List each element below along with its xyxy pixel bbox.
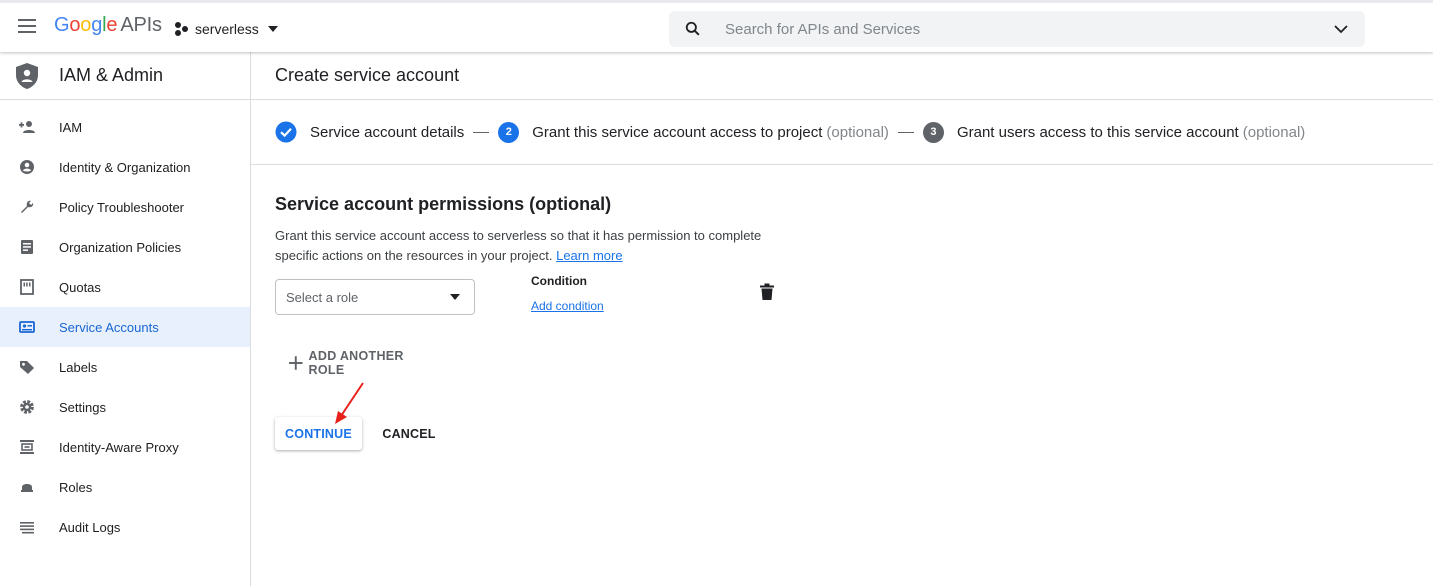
logo-text: Google xyxy=(54,14,118,36)
sidebar-item-settings[interactable]: Settings xyxy=(0,387,250,427)
add-condition-link[interactable]: Add condition xyxy=(531,299,604,313)
sidebar-item-label: Service Accounts xyxy=(59,319,159,335)
condition-block: Condition Add condition xyxy=(531,274,604,313)
gear-icon xyxy=(18,398,36,416)
step-3-optional: (optional) xyxy=(1242,123,1306,141)
plus-icon xyxy=(289,356,303,370)
sidebar-item-organization-policies[interactable]: Organization Policies xyxy=(0,227,250,267)
proxy-icon xyxy=(18,438,36,456)
sidebar-item-audit-logs[interactable]: Audit Logs xyxy=(0,507,250,547)
sidebar-item-label: Roles xyxy=(59,479,93,495)
sidebar-item-iam[interactable]: IAM xyxy=(0,107,250,147)
sidebar-item-roles[interactable]: Roles xyxy=(0,467,250,507)
step-2-label: Grant this service account access to pro… xyxy=(532,123,823,141)
project-name: serverless xyxy=(195,21,259,37)
search-input[interactable] xyxy=(725,20,1315,38)
role-select[interactable]: Select a role xyxy=(275,279,475,315)
description-text: Grant this service account access to ser… xyxy=(275,228,762,263)
sidebar-item-label: Identity-Aware Proxy xyxy=(59,439,179,455)
sidebar-item-label: Settings xyxy=(59,399,106,415)
sidebar-nav: IAM Identity & Organization Policy Troub… xyxy=(0,100,250,547)
step-1[interactable]: Service account details xyxy=(275,121,464,143)
account-circle-icon xyxy=(18,158,36,176)
project-dots-icon xyxy=(174,22,190,36)
top-bar: Google APIs serverless xyxy=(0,0,1433,52)
sidebar-item-label: Policy Troubleshooter xyxy=(59,199,185,215)
sidebar-item-label: Audit Logs xyxy=(59,519,121,535)
tag-icon xyxy=(18,358,36,376)
sidebar-item-label: Labels xyxy=(59,359,98,375)
role-row: Select a role Condition Add condition xyxy=(275,274,1433,315)
sidebar-item-service-accounts[interactable]: Service Accounts xyxy=(0,307,250,347)
step-3[interactable]: 3 Grant users access to this service acc… xyxy=(922,121,1306,143)
trash-icon[interactable] xyxy=(759,283,775,301)
annotation-arrow xyxy=(335,382,364,424)
sidebar-item-label: IAM xyxy=(59,119,83,135)
step-3-number: 3 xyxy=(922,121,944,143)
sidebar-item-label: Identity & Organization xyxy=(59,159,191,175)
role-select-placeholder: Select a role xyxy=(286,289,359,305)
logo-suffix: APIs xyxy=(120,14,162,36)
dropdown-caret-icon xyxy=(267,26,278,32)
chevron-down-icon[interactable] xyxy=(1333,21,1349,37)
step-2-number: 2 xyxy=(498,121,520,143)
sidebar-title: IAM & Admin xyxy=(59,65,164,85)
sidebar-item-quotas[interactable]: Quotas xyxy=(0,267,250,307)
stepper: Service account details 2 Grant this ser… xyxy=(251,100,1433,165)
quota-icon xyxy=(18,278,36,296)
project-selector[interactable]: serverless xyxy=(174,17,278,41)
main-content: Create service account Service account d… xyxy=(251,52,1433,586)
logo-letter: o xyxy=(80,14,92,36)
sidebar-item-identity-aware-proxy[interactable]: Identity-Aware Proxy xyxy=(0,427,250,467)
step-divider xyxy=(897,131,914,133)
logo-letter: o xyxy=(69,14,81,36)
sidebar-item-identity-organization[interactable]: Identity & Organization xyxy=(0,147,250,187)
section-title: Service account permissions (optional) xyxy=(275,194,612,214)
page-header: Create service account xyxy=(251,52,1433,100)
step-2[interactable]: 2 Grant this service account access to p… xyxy=(498,121,889,143)
sidebar: IAM & Admin IAM Identity & Organization … xyxy=(0,52,251,586)
google-apis-logo[interactable]: Google APIs xyxy=(54,14,162,37)
step-2-optional: (optional) xyxy=(826,123,889,141)
list-icon xyxy=(18,518,36,536)
cancel-button[interactable]: CANCEL xyxy=(373,417,445,450)
service-account-icon xyxy=(18,318,36,336)
page-title: Create service account xyxy=(275,65,460,85)
logo-letter: g xyxy=(91,14,103,36)
hamburger-menu-icon[interactable] xyxy=(14,15,40,39)
section-description: Grant this service account access to ser… xyxy=(275,226,795,266)
shield-icon xyxy=(16,62,38,89)
step-1-label: Service account details xyxy=(310,123,465,141)
person-add-icon xyxy=(18,118,36,136)
learn-more-link[interactable]: Learn more xyxy=(556,248,622,263)
roles-icon xyxy=(18,478,36,496)
search-bar[interactable] xyxy=(669,11,1365,47)
sidebar-item-label: Quotas xyxy=(59,279,101,295)
form-actions: CONTINUE CANCEL xyxy=(275,417,1433,450)
sidebar-item-labels[interactable]: Labels xyxy=(0,347,250,387)
sidebar-header: IAM & Admin xyxy=(0,52,250,100)
sidebar-item-policy-troubleshooter[interactable]: Policy Troubleshooter xyxy=(0,187,250,227)
add-another-role-label: ADD ANOTHER ROLE xyxy=(308,349,404,377)
logo-letter: e xyxy=(106,14,118,36)
search-icon xyxy=(685,21,700,36)
dropdown-arrow-icon xyxy=(450,294,460,300)
condition-label: Condition xyxy=(531,274,587,288)
sidebar-item-label: Organization Policies xyxy=(59,239,182,255)
document-icon xyxy=(18,238,36,256)
logo-letter: G xyxy=(54,14,70,36)
check-circle-icon xyxy=(275,121,297,143)
step-3-label: Grant users access to this service accou… xyxy=(956,123,1239,141)
step-divider xyxy=(473,131,490,133)
add-another-role-button[interactable]: ADD ANOTHER ROLE xyxy=(289,349,439,377)
wrench-icon xyxy=(18,198,36,216)
permissions-section: Service account permissions (optional) G… xyxy=(251,165,1433,450)
